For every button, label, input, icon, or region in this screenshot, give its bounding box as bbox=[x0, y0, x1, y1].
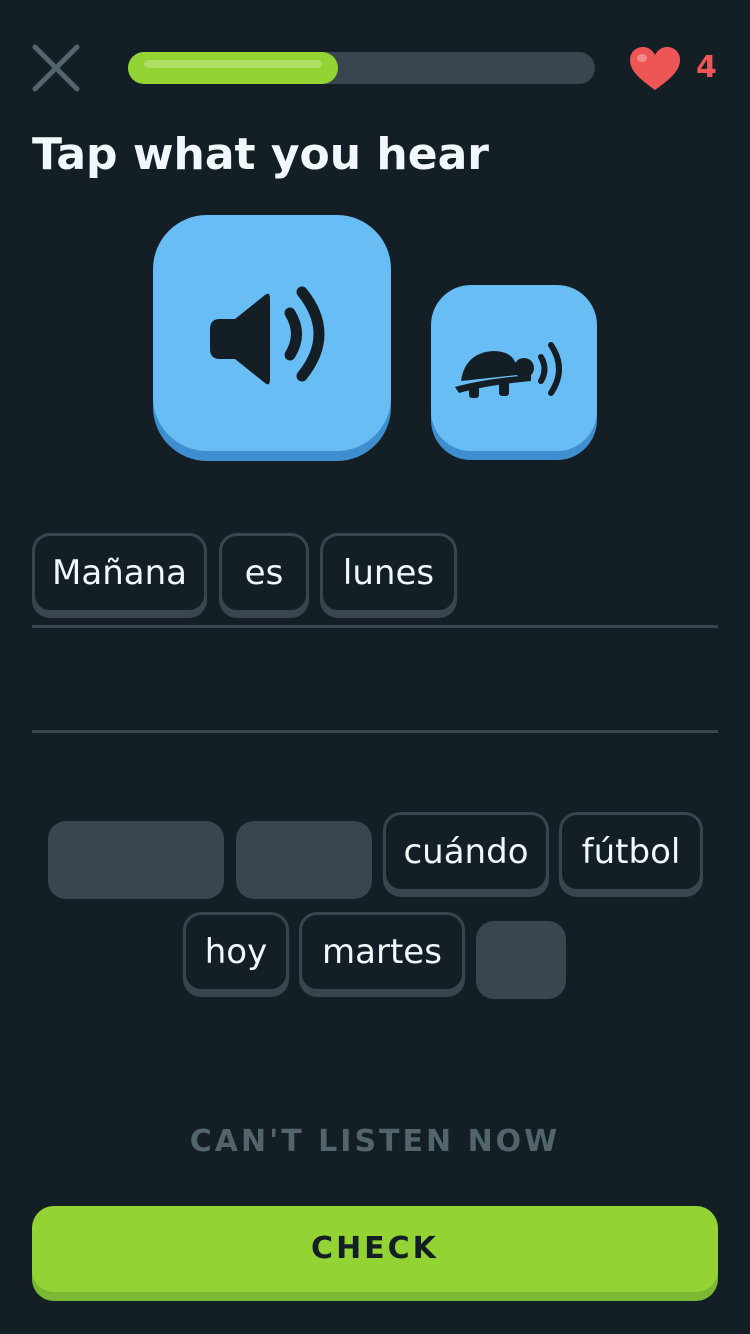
page-title: Tap what you hear bbox=[32, 129, 489, 180]
progress-fill bbox=[128, 52, 338, 84]
turtle-speaker-icon bbox=[455, 342, 562, 398]
answer-chip-manana[interactable]: Mañana bbox=[32, 533, 207, 613]
word-bank-used-slot bbox=[236, 821, 372, 899]
play-slow-audio-button[interactable] bbox=[431, 285, 597, 451]
word-chip-cuando[interactable]: cuándo bbox=[383, 812, 549, 892]
close-icon bbox=[32, 44, 80, 92]
answer-chip-lunes[interactable]: lunes bbox=[320, 533, 457, 613]
answer-chip-es[interactable]: es bbox=[219, 533, 309, 613]
answer-line-1 bbox=[32, 625, 718, 628]
word-chip-futbol[interactable]: fútbol bbox=[559, 812, 703, 892]
word-chip-hoy[interactable]: hoy bbox=[183, 912, 289, 992]
word-chip-martes[interactable]: martes bbox=[299, 912, 465, 992]
heart-icon bbox=[628, 46, 682, 92]
play-audio-button[interactable] bbox=[153, 215, 391, 451]
progress-bar bbox=[128, 52, 595, 84]
cant-listen-now-button[interactable]: CAN'T LISTEN NOW bbox=[0, 1120, 750, 1164]
check-button[interactable]: CHECK bbox=[32, 1206, 718, 1292]
close-button[interactable] bbox=[28, 40, 84, 96]
progress-shine bbox=[144, 60, 322, 68]
speaker-icon bbox=[210, 286, 325, 385]
hearts-count: 4 bbox=[696, 50, 717, 85]
word-bank-used-slot bbox=[476, 921, 566, 999]
word-bank-used-slot bbox=[48, 821, 224, 899]
answer-line-2 bbox=[32, 730, 718, 733]
